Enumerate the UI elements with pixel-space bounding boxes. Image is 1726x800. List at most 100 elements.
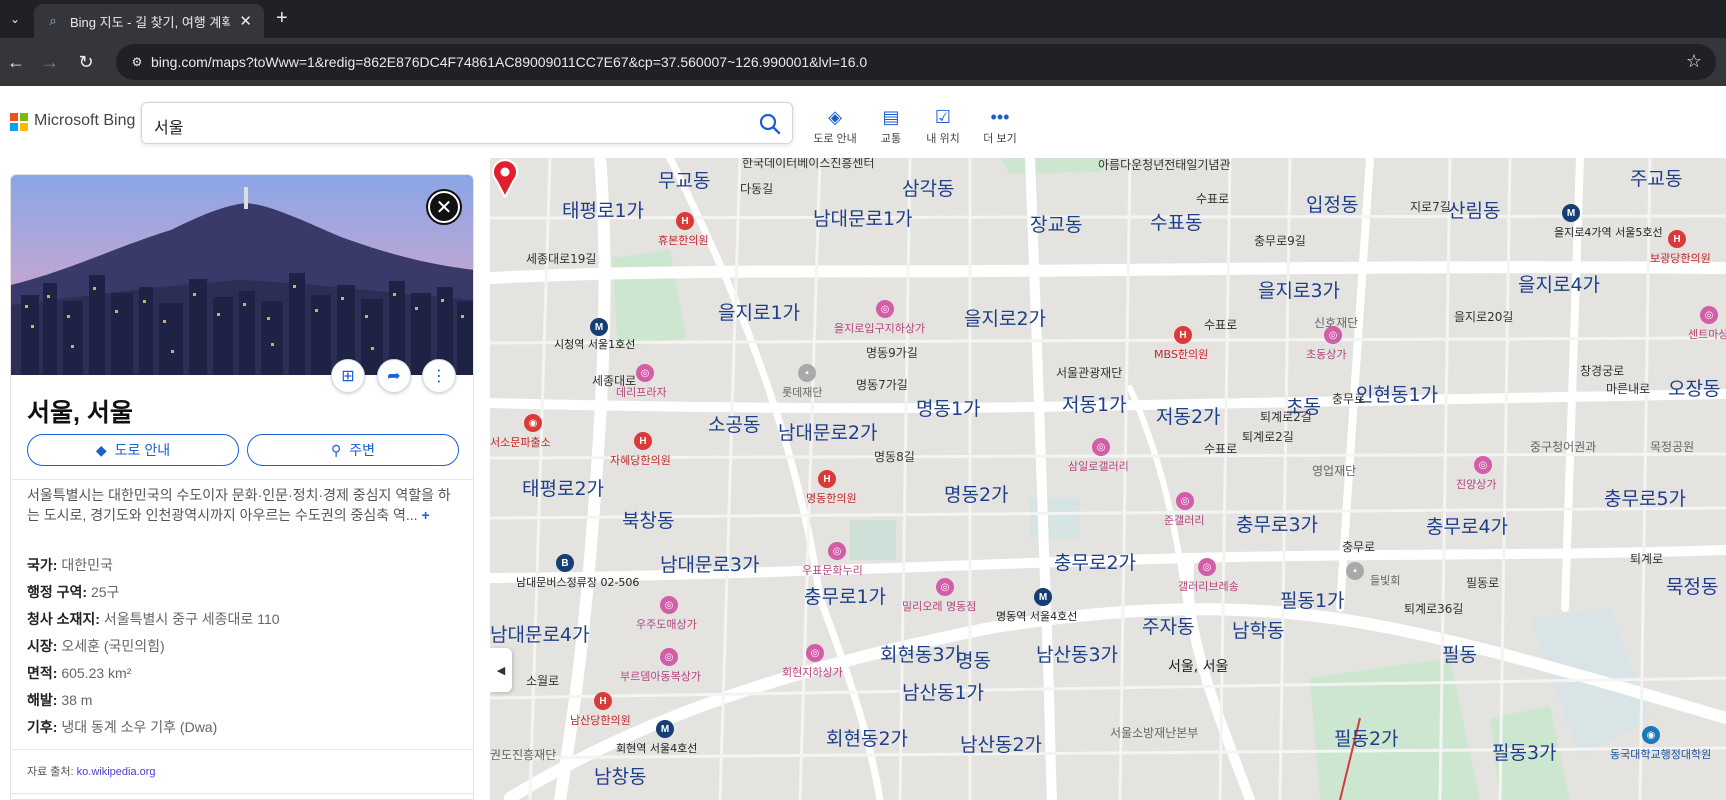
bus-stop-icon[interactable]: B xyxy=(556,554,574,572)
hospital-icon[interactable]: H xyxy=(1668,230,1686,248)
poi-label[interactable]: 보광당한의원 xyxy=(1650,250,1711,266)
share-icon[interactable]: ➦ xyxy=(377,359,411,393)
forward-arrow-icon[interactable]: → xyxy=(38,50,62,74)
browser-tab[interactable]: ⌕ Bing 지도 - 길 찾기, 여행 계획 ✕ xyxy=(34,4,264,38)
poi-label[interactable]: 롯데재단 xyxy=(782,384,822,400)
close-panel-icon[interactable]: ✕ xyxy=(426,189,462,225)
source-link[interactable]: ko.wikipedia.org xyxy=(77,766,156,778)
street-label: 소월로 xyxy=(526,674,560,688)
gallery-icon[interactable]: ◎ xyxy=(1092,438,1110,456)
shopping-icon[interactable]: ◎ xyxy=(1324,326,1342,344)
tab-search-button[interactable]: ⌄ xyxy=(4,8,26,30)
tab-close-icon[interactable]: ✕ xyxy=(239,12,252,30)
museum-icon[interactable]: ◎ xyxy=(828,542,846,560)
poi-label[interactable]: 시청역 서울1호선 xyxy=(554,336,635,352)
url-text[interactable]: bing.com/maps?toWww=1&redig=862E876DC4F7… xyxy=(151,54,867,70)
hospital-icon[interactable]: H xyxy=(634,432,652,450)
poi-label[interactable]: 데리프라자 xyxy=(616,384,667,400)
subway-icon[interactable]: M xyxy=(1562,204,1580,222)
poi-label[interactable]: 밀리오레 명동점 xyxy=(902,598,976,614)
poi-label[interactable]: 우표문화누리 xyxy=(802,562,863,578)
new-tab-icon[interactable]: + xyxy=(276,8,288,28)
shopping-icon[interactable]: ◎ xyxy=(806,644,824,662)
poi-label[interactable]: 진양상가 xyxy=(1456,476,1496,492)
university-icon[interactable]: ◉ xyxy=(1642,726,1660,744)
building-icon[interactable]: ▪ xyxy=(1346,562,1364,580)
poi-label[interactable]: 들빛회 xyxy=(1370,572,1400,588)
search-icon[interactable] xyxy=(758,112,782,136)
more-options-icon[interactable]: ⋮ xyxy=(422,359,456,393)
street-label: 충무로 xyxy=(1332,392,1366,406)
search-query[interactable]: 서울 xyxy=(154,114,183,138)
police-icon[interactable]: ◉ xyxy=(524,414,542,432)
district-label: 회현동2가 xyxy=(826,728,909,750)
poi-label[interactable]: 명동한의원 xyxy=(806,490,857,506)
fact-districts: 행정 구역: 25구 xyxy=(27,582,457,609)
map-base xyxy=(490,158,1726,800)
poi-label[interactable]: 센트마상 xyxy=(1688,326,1726,342)
site-settings-icon[interactable]: ⚙ xyxy=(128,53,146,71)
bookmark-star-icon[interactable]: ☆ xyxy=(1686,51,1702,72)
microsoft-logo-icon[interactable] xyxy=(10,113,28,131)
browser-toolbar: ← → ↻ ⚙ bing.com/maps?toWww=1&redig=862E… xyxy=(0,38,1726,86)
shopping-icon[interactable]: ◎ xyxy=(660,648,678,666)
fact-value: 대한민국 xyxy=(61,557,113,573)
poi-label[interactable]: 휴본한의원 xyxy=(658,232,709,248)
poi-label[interactable]: 자혜당한의원 xyxy=(610,452,671,468)
seoul-skyline-image: ✕ xyxy=(11,175,473,375)
hospital-icon[interactable]: H xyxy=(818,470,836,488)
subway-icon[interactable]: M xyxy=(590,318,608,336)
nearby-pill-button[interactable]: ⚲ 주변 xyxy=(247,434,459,466)
fact-climate: 기후: 냉대 동계 소우 기후 (Dwa) xyxy=(27,717,457,744)
poi-label[interactable]: MBS한의원 xyxy=(1154,346,1208,362)
gallery-icon[interactable]: ◎ xyxy=(1176,492,1194,510)
building-icon[interactable]: ▪ xyxy=(798,364,816,382)
poi-label[interactable]: 서소문파출소 xyxy=(490,434,551,450)
map-canvas[interactable]: 무교동 삼각동 태평로1가 남대문로1가 장교동 수표동 입정동 산림동 주교동… xyxy=(490,158,1726,800)
shopping-icon[interactable]: ◎ xyxy=(1700,306,1718,324)
hospital-icon[interactable]: H xyxy=(594,692,612,710)
district-label: 저동2가 xyxy=(1156,406,1221,428)
street-label: 지로7길 xyxy=(1410,200,1451,214)
more-icon: ••• xyxy=(990,106,1010,127)
directions-pill-button[interactable]: ◆ 도로 안내 xyxy=(27,434,239,466)
hospital-icon[interactable]: H xyxy=(1174,326,1192,344)
poi-label[interactable]: 명동역 서울4호선 xyxy=(996,608,1077,624)
shopping-icon[interactable]: ◎ xyxy=(660,596,678,614)
reload-icon[interactable]: ↻ xyxy=(74,50,98,74)
poi-label[interactable]: 우주도매상가 xyxy=(636,616,697,632)
pin-label[interactable]: 서울, 서울 xyxy=(1168,656,1228,676)
collapse-panel-chevron-icon[interactable]: ◀ xyxy=(490,648,512,692)
poi-label[interactable]: 준갤러리 xyxy=(1164,512,1204,528)
shopping-icon[interactable]: ◎ xyxy=(1474,456,1492,474)
gallery-icon[interactable]: ◎ xyxy=(1198,558,1216,576)
poi-label[interactable]: 갤러리브레송 xyxy=(1178,578,1239,594)
brand-name[interactable]: Microsoft Bing xyxy=(34,112,135,130)
poi-label[interactable]: 부르뎀아동복상가 xyxy=(620,668,701,684)
poi-label[interactable]: 남산당한의원 xyxy=(570,712,631,728)
address-bar[interactable]: ⚙ bing.com/maps?toWww=1&redig=862E876DC4… xyxy=(116,44,1716,80)
place-description: 서울특별시는 대한민국의 수도이자 문화·인문·정치·경제 중심지 역할을 하는… xyxy=(27,485,455,525)
subway-icon[interactable]: M xyxy=(1034,588,1052,606)
expand-description-button[interactable]: + xyxy=(421,507,429,523)
location-pin-icon[interactable] xyxy=(490,158,520,198)
subway-icon[interactable]: M xyxy=(656,720,674,738)
shopping-icon[interactable]: ◎ xyxy=(636,364,654,382)
shopping-icon[interactable]: ◎ xyxy=(936,578,954,596)
poi-label[interactable]: 남대문버스정류장 02-506 xyxy=(516,574,639,590)
save-place-icon[interactable]: ⊞ xyxy=(331,359,365,393)
poi-label[interactable]: 을지로입구지하상가 xyxy=(834,320,925,336)
poi-label[interactable]: 동국대학교행정대학원 xyxy=(1610,746,1711,762)
poi-label[interactable]: 회현역 서울4호선 xyxy=(616,740,697,756)
search-input[interactable]: 서울 xyxy=(141,102,793,144)
poi-label[interactable]: 을지로4가역 서울5호선 xyxy=(1554,224,1663,240)
poi-label[interactable]: 회현지하상가 xyxy=(782,664,843,680)
hospital-icon[interactable]: H xyxy=(676,212,694,230)
back-arrow-icon[interactable]: ← xyxy=(4,50,28,74)
poi-label[interactable]: 삼일로갤러리 xyxy=(1068,458,1129,474)
more-button[interactable]: ••• 더 보기 xyxy=(967,106,1033,146)
district-label: 태평로2가 xyxy=(522,478,605,500)
shopping-icon[interactable]: ◎ xyxy=(876,300,894,318)
poi-label[interactable]: 초동상가 xyxy=(1306,346,1346,362)
district-label: 필동3가 xyxy=(1492,742,1557,764)
